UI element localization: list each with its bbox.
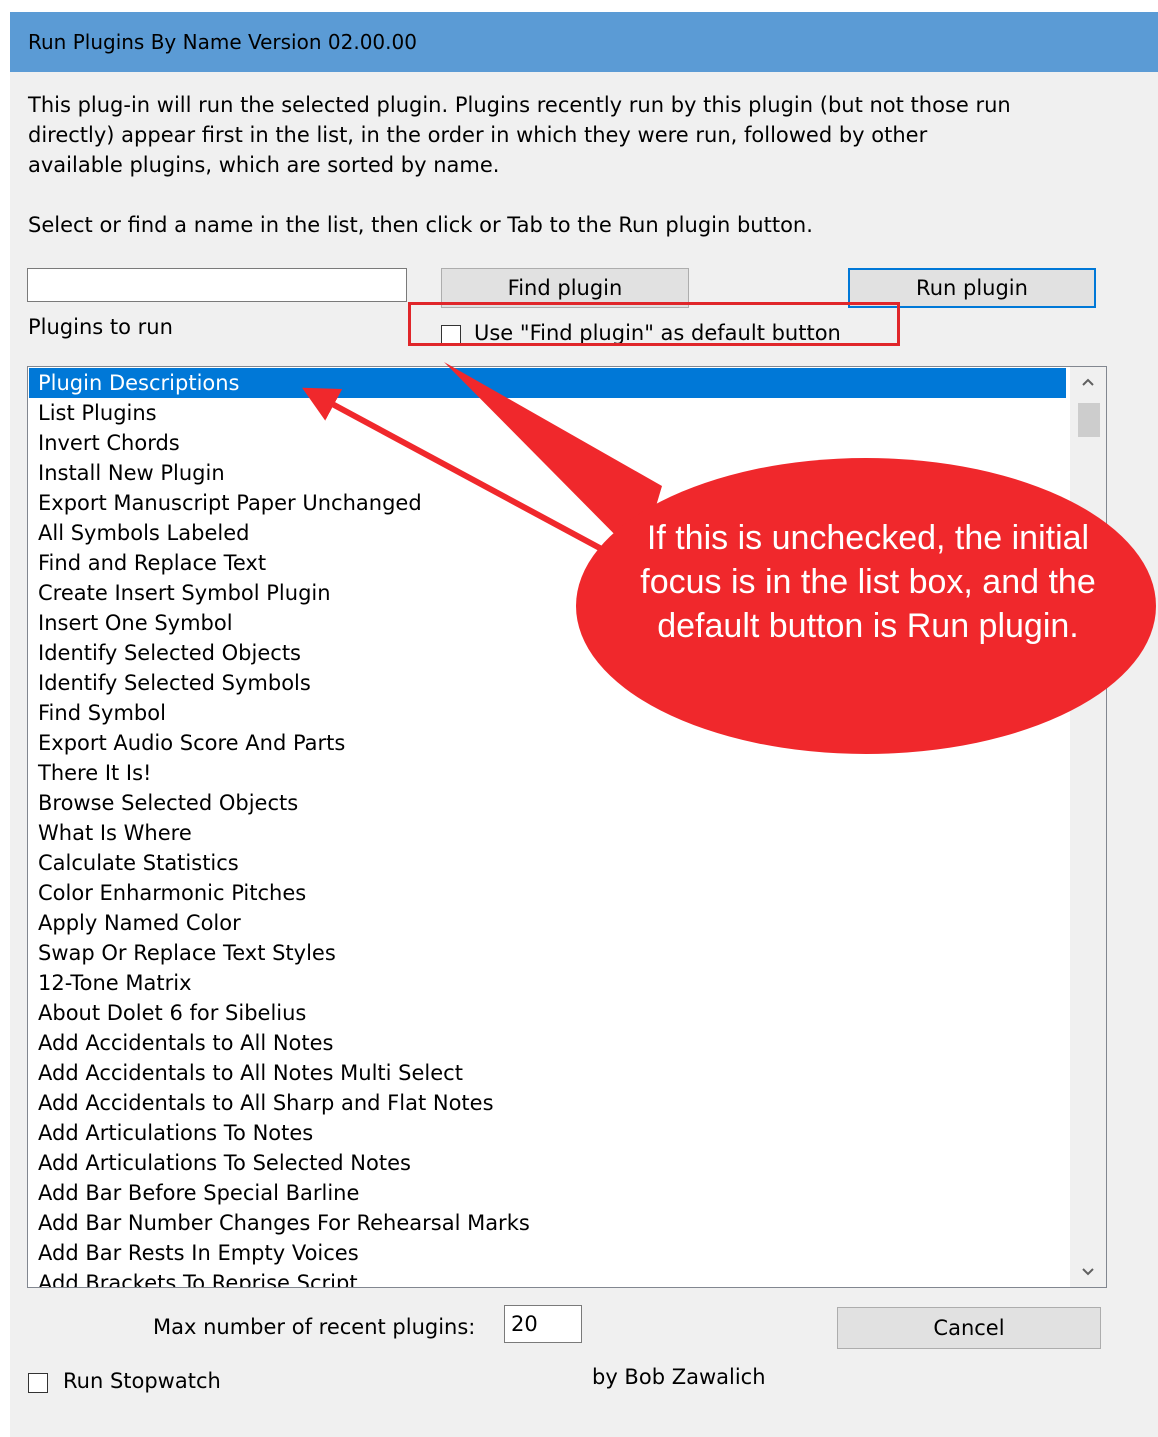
author-credit: by Bob Zawalich bbox=[592, 1365, 766, 1389]
list-item[interactable]: Add Bar Rests In Empty Voices bbox=[29, 1238, 1066, 1268]
list-item[interactable]: Add Accidentals to All Notes bbox=[29, 1028, 1066, 1058]
list-item[interactable]: Add Brackets To Reprise Script bbox=[29, 1268, 1066, 1287]
run-stopwatch-checkbox[interactable] bbox=[28, 1373, 48, 1393]
chevron-down-icon[interactable] bbox=[1070, 1257, 1106, 1287]
list-item[interactable]: Install New Plugin bbox=[29, 458, 1066, 488]
cancel-button[interactable]: Cancel bbox=[837, 1307, 1101, 1349]
list-item[interactable]: Invert Chords bbox=[29, 428, 1066, 458]
list-item[interactable]: Apply Named Color bbox=[29, 908, 1066, 938]
list-item[interactable]: Add Bar Number Changes For Rehearsal Mar… bbox=[29, 1208, 1066, 1238]
list-item[interactable]: Color Enharmonic Pitches bbox=[29, 878, 1066, 908]
list-item[interactable]: Export Manuscript Paper Unchanged bbox=[29, 488, 1066, 518]
annotation-highlight-box bbox=[408, 302, 900, 346]
run-stopwatch-label[interactable]: Run Stopwatch bbox=[63, 1369, 221, 1393]
list-item[interactable]: Add Bar Before Special Barline bbox=[29, 1178, 1066, 1208]
title-bar[interactable]: Run Plugins By Name Version 02.00.00 bbox=[10, 12, 1158, 72]
search-input[interactable] bbox=[27, 268, 407, 302]
window-title: Run Plugins By Name Version 02.00.00 bbox=[28, 30, 417, 54]
list-item[interactable]: Identify Selected Symbols bbox=[29, 668, 1066, 698]
list-item[interactable]: Find Symbol bbox=[29, 698, 1066, 728]
description-text: This plug-in will run the selected plugi… bbox=[28, 93, 1011, 177]
max-recent-input[interactable] bbox=[504, 1305, 582, 1343]
list-item[interactable]: About Dolet 6 for Sibelius bbox=[29, 998, 1066, 1028]
list-item[interactable]: Add Accidentals to All Sharp and Flat No… bbox=[29, 1088, 1066, 1118]
list-item[interactable]: Browse Selected Objects bbox=[29, 788, 1066, 818]
list-item[interactable]: Swap Or Replace Text Styles bbox=[29, 938, 1066, 968]
plugin-listbox[interactable]: Plugin Descriptions List Plugins Invert Ch… bbox=[27, 366, 1107, 1288]
callout-text: If this is unchecked, the initial focus … bbox=[640, 519, 1096, 645]
list-scrollbar[interactable] bbox=[1070, 367, 1106, 1287]
list-item[interactable]: Plugin Descriptions bbox=[29, 368, 1066, 398]
list-item[interactable]: Calculate Statistics bbox=[29, 848, 1066, 878]
list-item[interactable]: There It Is! bbox=[29, 758, 1066, 788]
list-item[interactable]: Add Articulations To Notes bbox=[29, 1118, 1066, 1148]
list-item[interactable]: 12-Tone Matrix bbox=[29, 968, 1066, 998]
list-item[interactable]: Export Audio Score And Parts bbox=[29, 728, 1066, 758]
list-item[interactable]: Add Accidentals to All Notes Multi Selec… bbox=[29, 1058, 1066, 1088]
list-item[interactable]: Add Articulations To Selected Notes bbox=[29, 1148, 1066, 1178]
max-recent-label: Max number of recent plugins: bbox=[153, 1315, 476, 1339]
list-item[interactable]: List Plugins bbox=[29, 398, 1066, 428]
chevron-up-icon[interactable] bbox=[1070, 367, 1106, 397]
list-item[interactable]: What Is Where bbox=[29, 818, 1066, 848]
plugins-to-run-label: Plugins to run bbox=[28, 315, 173, 339]
scrollbar-thumb[interactable] bbox=[1078, 403, 1100, 437]
plugin-list: Plugin Descriptions List Plugins Invert Ch… bbox=[29, 368, 1066, 1287]
instruction-text: Select or find a name in the list, then … bbox=[28, 213, 813, 237]
dialog-window: Run Plugins By Name Version 02.00.00 Thi… bbox=[10, 12, 1158, 1437]
